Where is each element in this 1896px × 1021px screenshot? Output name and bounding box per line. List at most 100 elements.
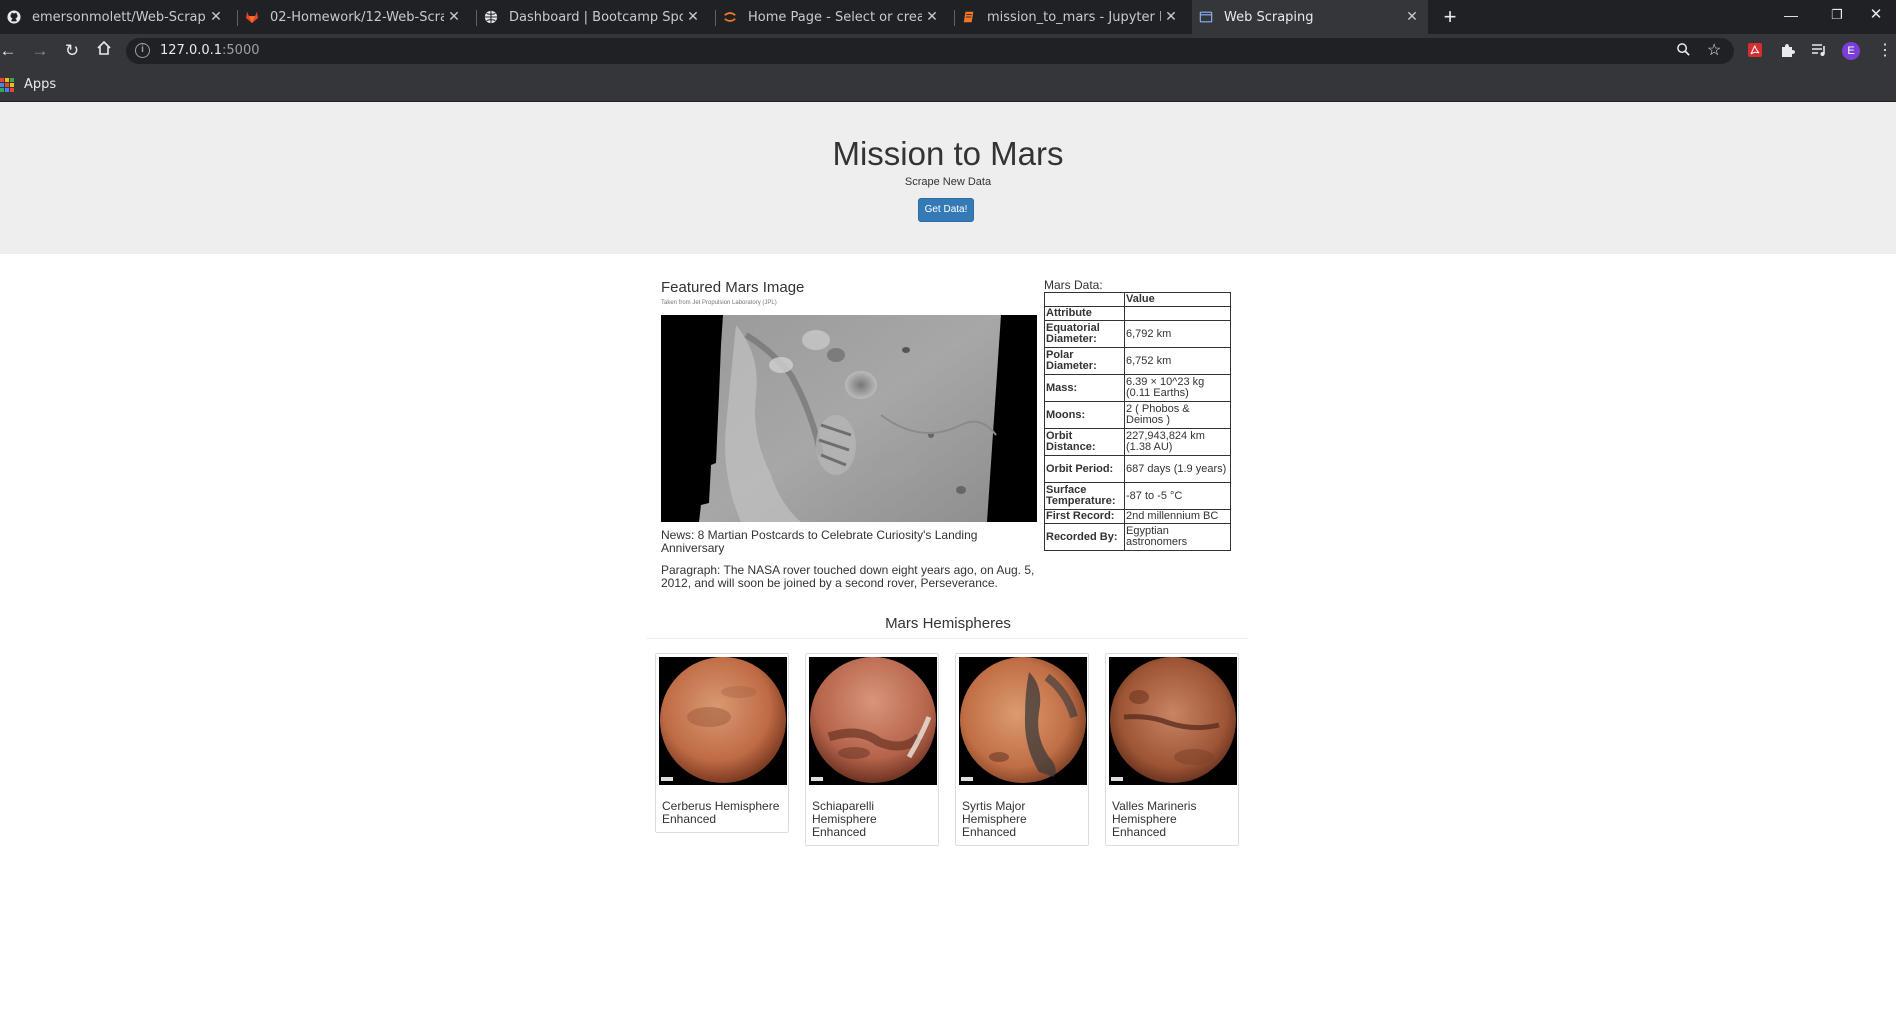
table-row: Surface Temperature: -87 to -5 °C [1044, 482, 1231, 510]
table-row: First Record: 2nd millennium BC [1044, 509, 1231, 524]
tab-github[interactable]: emersonmolett/Web-Scraping-C ✕ [0, 0, 232, 34]
table-header-attribute: Attribute [1044, 306, 1125, 321]
hemisphere-name: Syrtis Major Hemisphere Enhanced [962, 799, 1027, 839]
tab-bootcamp[interactable]: Dashboard | Bootcamp Spot ✕ [477, 0, 709, 34]
bookmark-star-icon[interactable]: ☆ [1707, 40, 1721, 60]
table-row: Equatorial Diameter: 6,792 km [1044, 320, 1231, 348]
extensions-puzzle-icon[interactable] [1778, 42, 1796, 60]
table-cell-attribute: Polar Diameter: [1044, 347, 1125, 375]
hemisphere-image[interactable] [659, 657, 787, 785]
back-icon[interactable]: ← [0, 39, 20, 63]
tab-title: Home Page - Select or create a n [748, 9, 922, 25]
tab-gitlab[interactable]: 02-Homework/12-Web-Scraping ✕ [238, 0, 470, 34]
jumbotron-header: Mission to Mars Scrape New Data Get Data… [0, 102, 1896, 254]
tab-jupyter-home[interactable]: Home Page - Select or create a n ✕ [716, 0, 948, 34]
table-row: Mass: 6.39 × 10^23 kg (0.11 Earths) [1044, 374, 1231, 402]
tab-notebook[interactable]: mission_to_mars - Jupyter Noteb ✕ [955, 0, 1187, 34]
hemisphere-name: Schiaparelli Hemisphere Enhanced [812, 799, 877, 839]
tab-title: emersonmolett/Web-Scraping-C [32, 9, 206, 25]
hemisphere-card-syrtis-major[interactable]: Syrtis Major Hemisphere Enhanced [955, 653, 1089, 846]
new-tab-button[interactable]: + [1437, 4, 1463, 30]
table-row: Polar Diameter: 6,752 km [1044, 347, 1231, 375]
minimize-button[interactable]: — [1768, 0, 1814, 34]
page-title: Mission to Mars [832, 135, 1064, 172]
table-cell-value: Egyptian astronomers [1124, 523, 1231, 551]
featured-image-credit: Taken from Jet Propulsion Laboratory (JP… [661, 300, 777, 306]
table-cell-value: -87 to -5 °C [1124, 482, 1231, 510]
gitlab-icon [244, 9, 260, 25]
close-window-button[interactable]: ✕ [1856, 0, 1896, 34]
hemispheres-divider [646, 638, 1248, 639]
tab-web-scraping[interactable]: Web Scraping ✕ [1192, 0, 1428, 34]
hemisphere-name: Cerberus Hemisphere Enhanced [662, 799, 780, 826]
page-icon [1198, 9, 1214, 25]
page-content: Mission to Mars Scrape New Data Get Data… [0, 102, 1896, 1021]
hemisphere-card-valles-marineris[interactable]: Valles Marineris Hemisphere Enhanced [1105, 653, 1239, 846]
table-cell-attribute: Surface Temperature: [1044, 482, 1125, 510]
zoom-icon[interactable] [1676, 42, 1691, 61]
table-cell-value: 6,752 km [1124, 347, 1231, 375]
table-cell-value: 687 days (1.9 years) [1124, 455, 1231, 483]
url-text: 127.0.0.1:5000 [160, 43, 260, 58]
info-icon[interactable]: i [135, 43, 150, 58]
menu-kebab-icon[interactable]: ⋮ [1876, 42, 1894, 60]
tab-title: Dashboard | Bootcamp Spot [509, 9, 683, 25]
table-cell-attribute: Recorded By: [1044, 523, 1125, 551]
table-cell-attribute: First Record: [1044, 509, 1125, 524]
acrobat-icon[interactable] [1746, 42, 1764, 60]
globe-icon [483, 9, 499, 25]
table-cell-attribute: Moons: [1044, 401, 1125, 429]
close-icon[interactable]: ✕ [1402, 9, 1422, 25]
table-cell-attribute: Mass: [1044, 374, 1125, 402]
table-row: Recorded By: Egyptian astronomers [1044, 523, 1231, 551]
tab-title: 02-Homework/12-Web-Scraping [270, 9, 444, 25]
table-cell-attribute: Equatorial Diameter: [1044, 320, 1125, 348]
hemisphere-image[interactable] [959, 657, 1087, 785]
page-subtitle: Scrape New Data [904, 176, 992, 188]
get-data-button[interactable]: Get Data! [918, 198, 974, 222]
table-header-value: Value [1124, 292, 1231, 307]
home-icon[interactable] [92, 39, 116, 63]
table-cell-value: 2 ( Phobos & Deimos ) [1124, 401, 1231, 429]
table-row: Orbit Distance: 227,943,824 km (1.38 AU) [1044, 428, 1231, 456]
address-bar[interactable]: i 127.0.0.1:5000 ☆ [126, 38, 1734, 64]
close-icon[interactable]: ✕ [444, 9, 464, 25]
hemisphere-image[interactable] [809, 657, 937, 785]
table-cell-attribute: Orbit Distance: [1044, 428, 1125, 456]
close-icon[interactable]: ✕ [922, 9, 942, 25]
forward-icon[interactable]: → [28, 39, 52, 63]
featured-image-title: Featured Mars Image [661, 279, 805, 296]
close-icon[interactable]: ✕ [683, 9, 703, 25]
hemisphere-image[interactable] [1109, 657, 1237, 785]
apps-grid-icon[interactable] [0, 78, 14, 92]
table-header-row: Value [1044, 292, 1231, 307]
reload-icon[interactable]: ↻ [60, 39, 84, 63]
profile-avatar[interactable]: E [1842, 42, 1860, 60]
table-cell-value: 6,792 km [1124, 320, 1231, 348]
table-cell-value: 6.39 × 10^23 kg (0.11 Earths) [1124, 374, 1231, 402]
media-queue-icon[interactable] [1810, 42, 1828, 60]
restore-button[interactable]: ❐ [1814, 0, 1860, 34]
hemisphere-card-cerberus[interactable]: Cerberus Hemisphere Enhanced [655, 653, 789, 833]
hemispheres-title: Mars Hemispheres [885, 615, 1011, 632]
browser-toolbar: ← → ↻ i 127.0.0.1:5000 ☆ E ⋮ [0, 34, 1896, 68]
close-icon[interactable]: ✕ [206, 9, 226, 25]
featured-mars-image [661, 315, 1037, 522]
table-row: Moons: 2 ( Phobos & Deimos ) [1044, 401, 1231, 429]
close-icon[interactable]: ✕ [1161, 9, 1181, 25]
table-cell-attribute: Orbit Period: [1044, 455, 1125, 483]
hemisphere-card-schiaparelli[interactable]: Schiaparelli Hemisphere Enhanced [805, 653, 939, 846]
browser-tab-bar: emersonmolett/Web-Scraping-C ✕ 02-Homewo… [0, 0, 1896, 34]
notebook-icon [961, 9, 977, 25]
hemisphere-name: Valles Marineris Hemisphere Enhanced [1112, 799, 1197, 839]
table-header-empty [1044, 292, 1125, 307]
table-cell-value: 2nd millennium BC [1124, 509, 1231, 524]
news-title: News: 8 Martian Postcards to Celebrate C… [661, 528, 978, 555]
jupyter-icon [722, 9, 738, 25]
table-header-empty [1124, 306, 1231, 321]
table-cell-value: 227,943,824 km (1.38 AU) [1124, 428, 1231, 456]
table-header-row: Attribute [1044, 306, 1231, 321]
tab-title: Web Scraping [1224, 9, 1314, 25]
apps-bookmark[interactable]: Apps [24, 77, 56, 92]
news-paragraph: Paragraph: The NASA rover touched down e… [661, 563, 1035, 590]
